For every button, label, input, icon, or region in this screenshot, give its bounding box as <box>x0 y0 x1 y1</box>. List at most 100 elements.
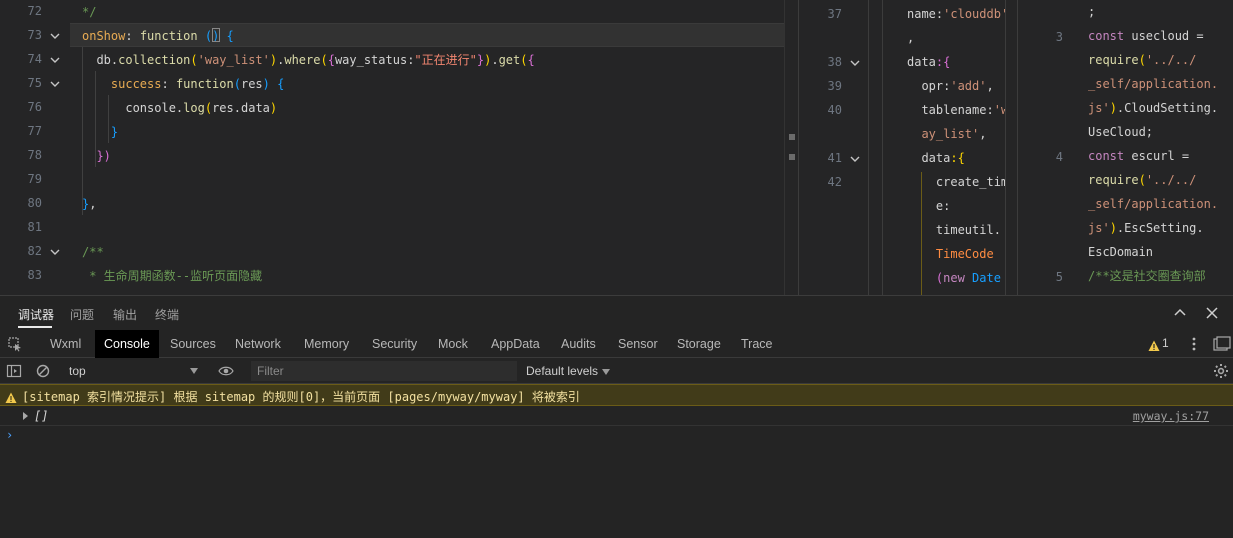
active-tab-underline <box>18 326 52 328</box>
log-source-link[interactable]: myway.js:77 <box>1133 409 1209 423</box>
code-token: ; <box>1145 125 1154 139</box>
dock-side-icon[interactable] <box>1213 336 1231 352</box>
code-line[interactable]: */ <box>82 0 96 24</box>
code-line[interactable]: UseCloud; <box>1088 120 1153 144</box>
code-line[interactable]: data:{ <box>907 146 964 170</box>
fold-chevron-icon[interactable] <box>849 58 861 68</box>
code-line[interactable]: onShow: function () { <box>82 24 234 48</box>
code-token: collection <box>118 53 191 67</box>
tab-audits[interactable]: Audits <box>552 330 605 358</box>
close-icon[interactable] <box>1204 305 1220 321</box>
code-line[interactable]: }) <box>82 144 110 168</box>
code-token: .EscSetting. <box>1116 221 1204 235</box>
tab-console[interactable]: Console <box>95 330 159 358</box>
tab-network[interactable]: Network <box>226 330 290 358</box>
code-token: success <box>82 77 162 91</box>
expand-triangle-icon[interactable] <box>23 412 28 420</box>
editor-pane-middle[interactable]: 37 38 39 40 41 42 name:'clouddb', data:{ opr:'… <box>798 0 1005 295</box>
console-warning-message: [sitemap 索引情况提示] 根据 sitemap 的规则[0]，当前页面 … <box>0 384 1233 406</box>
tab-mock[interactable]: Mock <box>429 330 477 358</box>
code-line[interactable]: ; <box>1088 0 1095 24</box>
code-line[interactable]: _self/application. <box>1088 192 1218 216</box>
tab-security[interactable]: Security <box>363 330 426 358</box>
gear-icon[interactable] <box>1213 363 1229 379</box>
context-selector[interactable]: top <box>62 361 202 381</box>
code-token: new <box>943 271 965 285</box>
code-line[interactable]: js').EscSetting. <box>1088 216 1204 240</box>
code-line[interactable]: db.collection('way_list').where({way_sta… <box>82 48 534 72</box>
editor-pane-right[interactable]: 345 ; const usecloud = require('../../_sel… <box>1005 0 1233 295</box>
warning-count[interactable]: 1 <box>1162 336 1169 350</box>
fold-chevron-icon[interactable] <box>49 247 61 257</box>
tab-memory[interactable]: Memory <box>295 330 358 358</box>
code-line[interactable]: const escurl = <box>1088 144 1189 168</box>
console-prompt[interactable]: › <box>0 426 1233 446</box>
code-line[interactable]: , <box>907 26 914 50</box>
fold-chevron-icon[interactable] <box>49 79 61 89</box>
code-token: */ <box>82 5 97 19</box>
code-line[interactable]: require('../../ <box>1088 48 1196 72</box>
clear-console-icon[interactable] <box>35 363 51 379</box>
log-levels-dropdown[interactable]: Default levels <box>526 361 611 381</box>
tab-problems[interactable]: 问题 <box>70 306 94 323</box>
code-line[interactable]: console.log(res.data) <box>82 96 277 120</box>
inspect-element-icon[interactable] <box>7 336 23 352</box>
code-line[interactable]: } <box>82 120 118 144</box>
code-line[interactable]: tablename:'w <box>907 98 1005 122</box>
eye-icon[interactable] <box>218 363 234 379</box>
code-token: require <box>1088 173 1139 187</box>
tab-output[interactable]: 输出 <box>113 306 137 323</box>
code-line[interactable]: /** <box>82 240 104 264</box>
code-token: ( <box>190 53 198 67</box>
fold-chevron-icon[interactable] <box>49 31 61 41</box>
warning-icon[interactable] <box>1148 337 1160 351</box>
log-value[interactable]: [] <box>34 409 48 423</box>
tab-sources[interactable]: Sources <box>161 330 225 358</box>
code-token: log <box>183 101 205 115</box>
editor-scrollbar[interactable] <box>784 0 798 295</box>
code-line[interactable]: EscDomain <box>1088 240 1153 264</box>
code-line[interactable]: js').CloudSetting. <box>1088 96 1218 120</box>
tab-wxml[interactable]: Wxml <box>41 330 90 358</box>
code-line[interactable]: _self/application. <box>1088 72 1218 96</box>
tab-storage[interactable]: Storage <box>668 330 730 358</box>
line-number: 5 <box>1055 270 1063 284</box>
code-line[interactable]: TimeCode <box>907 242 994 266</box>
chevron-up-icon[interactable] <box>1172 305 1188 321</box>
code-token: /**这是社交圈查询部 <box>1088 269 1206 283</box>
code-line[interactable]: name:'clouddb' <box>907 2 1005 26</box>
code-line[interactable]: * 生命周期函数--监听页面隐藏 <box>82 264 262 288</box>
code-line[interactable]: ay_list', <box>907 122 986 146</box>
console-messages: [sitemap 索引情况提示] 根据 sitemap 的规则[0]，当前页面 … <box>0 384 1233 538</box>
code-line[interactable]: e: <box>907 194 950 218</box>
sidebar-toggle-icon[interactable] <box>6 363 22 379</box>
code-line[interactable]: success: function(res) { <box>82 72 284 96</box>
editor-pane-main[interactable]: 72 73 74 75 76 77 78 79 80 81 82 83 */ onShow: funct… <box>0 0 798 295</box>
caret-down-icon <box>190 368 198 374</box>
devtools-panel-tabs: Wxml Console Sources Network Memory Secu… <box>0 330 1233 358</box>
more-options-icon[interactable] <box>1186 336 1202 352</box>
code-line[interactable]: require('../../ <box>1088 168 1196 192</box>
code-token: ay_list' <box>907 127 980 141</box>
filter-input[interactable] <box>251 361 517 381</box>
code-editor[interactable]: 72 73 74 75 76 77 78 79 80 81 82 83 */ onShow: funct… <box>0 0 1233 295</box>
line-number: 73 <box>27 28 42 42</box>
fold-chevron-icon[interactable] <box>849 154 861 164</box>
code-line[interactable]: const usecloud = <box>1088 24 1204 48</box>
code-line[interactable]: /**这是社交圈查询部 <box>1088 264 1206 288</box>
tab-trace[interactable]: Trace <box>732 330 782 358</box>
code-token: e: <box>907 199 951 213</box>
tab-debugger[interactable]: 调试器 <box>18 306 54 323</box>
code-token: _self/application. <box>1088 197 1219 211</box>
code-line[interactable]: data:{ <box>907 50 950 74</box>
tab-appdata[interactable]: AppData <box>482 330 549 358</box>
code-line[interactable]: }, <box>82 192 96 216</box>
code-line[interactable]: opr:'add', <box>907 74 993 98</box>
tab-terminal[interactable]: 终端 <box>155 306 179 323</box>
line-number: 81 <box>27 220 42 234</box>
fold-chevron-icon[interactable] <box>49 55 61 65</box>
tab-sensor[interactable]: Sensor <box>609 330 667 358</box>
code-token: 'add' <box>950 79 987 93</box>
code-token: TimeCode <box>907 247 994 261</box>
code-token: function <box>139 29 198 43</box>
